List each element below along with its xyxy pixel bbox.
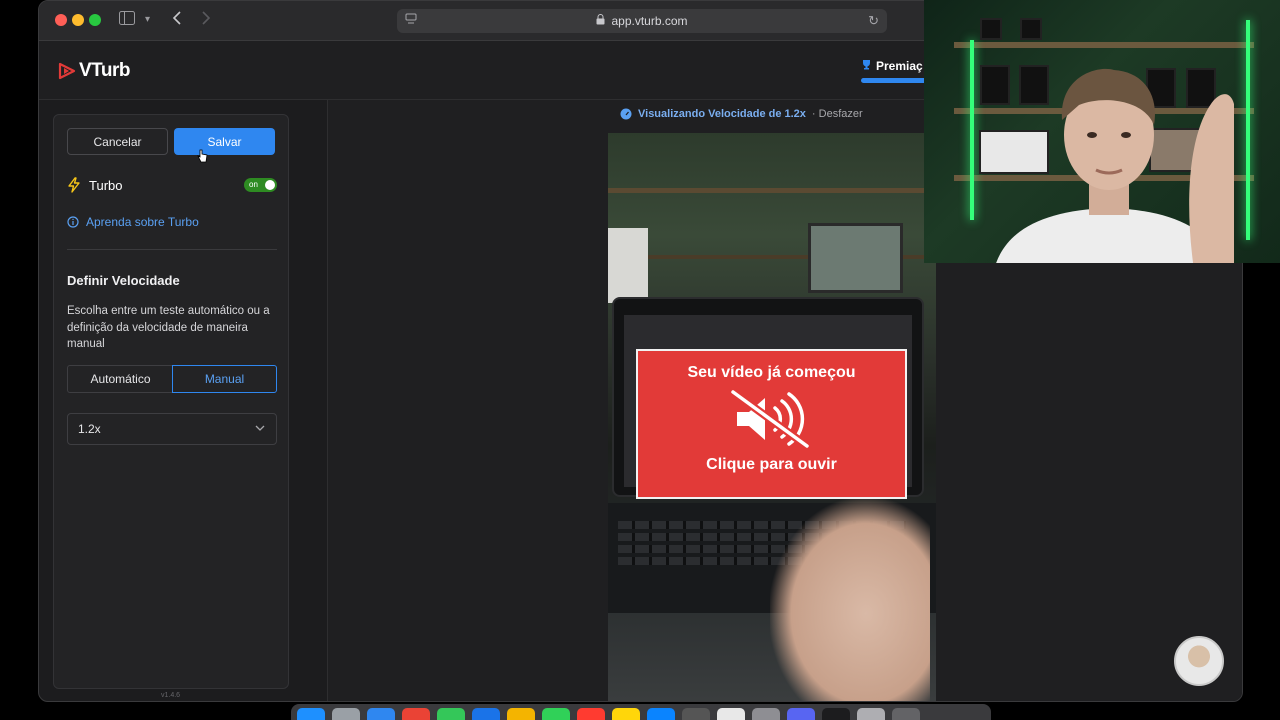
- info-icon: [67, 216, 79, 228]
- save-button[interactable]: Salvar: [174, 128, 275, 155]
- dock-app-settings[interactable]: [682, 708, 710, 720]
- mouse-cursor-icon: [197, 149, 208, 163]
- muted-speaker-icon: [730, 388, 809, 450]
- turbo-label: Turbo: [89, 177, 123, 193]
- speedometer-icon: [620, 108, 632, 120]
- speed-notice: Visualizando Velocidade de 1.2x · Desfaz…: [620, 108, 863, 120]
- mode-manual-button[interactable]: Manual: [172, 365, 277, 393]
- dock-app-discord[interactable]: [787, 708, 815, 720]
- video-picture-frame: [808, 223, 903, 293]
- webcam-frame: [980, 18, 1002, 40]
- page-settings-icon[interactable]: [405, 13, 417, 28]
- avatar[interactable]: [1174, 636, 1224, 686]
- section-description: Escolha entre um teste automático ou a d…: [67, 305, 270, 350]
- dock-app-other[interactable]: [717, 708, 745, 720]
- undo-link[interactable]: · Desfazer: [812, 108, 863, 120]
- lock-icon: [596, 14, 605, 28]
- dock-app-other[interactable]: [857, 708, 885, 720]
- forward-arrow-icon[interactable]: [201, 11, 211, 30]
- zoom-window-button[interactable]: [89, 14, 101, 26]
- logo-text: VTurb: [79, 60, 130, 81]
- dock-app-chrome[interactable]: [402, 708, 430, 720]
- turbo-toggle[interactable]: on: [244, 178, 277, 192]
- webcam-led: [970, 40, 974, 220]
- dock-app-notes[interactable]: [612, 708, 640, 720]
- dock-app-finder[interactable]: [297, 708, 325, 720]
- dock-app-calendar[interactable]: [577, 708, 605, 720]
- dock-app-mail[interactable]: [472, 708, 500, 720]
- dock-trash-icon[interactable]: [892, 708, 920, 720]
- chevron-down-icon: [255, 425, 265, 431]
- dock-app-launchpad[interactable]: [332, 708, 360, 720]
- lightning-icon: [68, 177, 80, 193]
- video-hand: [770, 498, 930, 701]
- section-title: Definir Velocidade: [67, 273, 180, 288]
- url-text: app.vturb.com: [611, 14, 688, 28]
- speed-select-value: 1.2x: [78, 422, 101, 436]
- address-bar[interactable]: app.vturb.com ↻: [397, 9, 887, 33]
- toggle-knob: [265, 180, 275, 190]
- desktop: ▾ app.vturb.com ↻ VTurb Premiaç Cancelar…: [0, 0, 1280, 720]
- overlay-top-text: Seu vídeo já começou: [687, 364, 856, 381]
- speed-select[interactable]: 1.2x: [67, 413, 277, 445]
- dock-app-safari[interactable]: [367, 708, 395, 720]
- premiacoes-label: Premiaç: [876, 59, 923, 73]
- back-arrow-icon[interactable]: [172, 11, 182, 30]
- premiacoes-progress-bar: [861, 78, 927, 83]
- dock-app-appstore[interactable]: [647, 708, 675, 720]
- speed-settings-panel: Cancelar Salvar Turbo on Aprenda sobre T…: [53, 114, 289, 689]
- trophy-icon: [861, 59, 872, 73]
- mode-automatic-button[interactable]: Automático: [67, 365, 173, 393]
- turbo-row: Turbo: [67, 177, 122, 193]
- premiacoes-link[interactable]: Premiaç: [861, 59, 923, 73]
- macos-dock: [291, 704, 991, 720]
- reload-icon[interactable]: ↻: [868, 13, 879, 29]
- overlay-bottom-text: Clique para ouvir: [706, 456, 837, 473]
- webcam-overlay: [924, 0, 1280, 263]
- speed-notice-text: Visualizando Velocidade de 1.2x: [638, 108, 806, 120]
- dock-app-facetime[interactable]: [542, 708, 570, 720]
- learn-turbo-label: Aprenda sobre Turbo: [86, 215, 199, 229]
- unmute-overlay[interactable]: Seu vídeo já começou Clique para ouvir: [636, 349, 907, 499]
- chevron-down-icon[interactable]: ▾: [145, 11, 150, 29]
- webcam-person: [996, 68, 1234, 263]
- webcam-frame: [1020, 18, 1042, 40]
- vturb-logo-icon: [58, 62, 76, 80]
- sidebar-toggle-icon[interactable]: [119, 11, 135, 30]
- dock-app-clock[interactable]: [822, 708, 850, 720]
- cancel-button[interactable]: Cancelar: [67, 128, 168, 155]
- minimize-window-button[interactable]: [72, 14, 84, 26]
- vturb-logo[interactable]: VTurb: [57, 60, 130, 82]
- webcam-led: [1246, 20, 1250, 240]
- learn-turbo-link[interactable]: Aprenda sobre Turbo: [67, 215, 199, 229]
- video-player[interactable]: Seu vídeo já começou Clique para ouvir: [608, 133, 936, 701]
- video-shelf: [608, 188, 936, 193]
- video-poster: [608, 228, 648, 303]
- dock-app-photos[interactable]: [507, 708, 535, 720]
- turbo-toggle-text: on: [249, 180, 258, 189]
- close-window-button[interactable]: [55, 14, 67, 26]
- divider: [67, 249, 277, 250]
- dock-app-messages[interactable]: [437, 708, 465, 720]
- version-label: v1.4.6: [161, 692, 181, 699]
- dock-app-other[interactable]: [752, 708, 780, 720]
